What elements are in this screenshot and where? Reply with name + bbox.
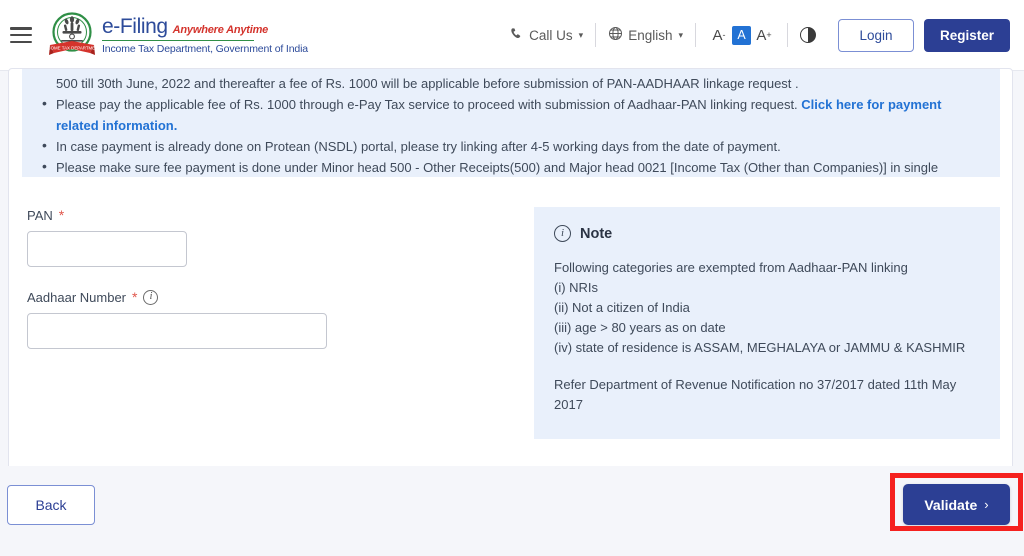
brand-title: e-Filing [102, 14, 168, 38]
aadhaar-link-form: PAN * Aadhaar Number * i [27, 207, 517, 349]
note-line: (iii) age > 80 years as on date [554, 320, 726, 335]
header-controls: Call Us ▾ English ▾ A- A A + Login Regis… [498, 18, 1024, 52]
aadhaar-field-label: Aadhaar Number * i [27, 289, 517, 305]
form-footer: Back Validate › [0, 466, 1024, 556]
aadhaar-number-input[interactable] [27, 313, 327, 349]
font-normal-button[interactable]: A [732, 25, 751, 45]
pan-input[interactable] [27, 231, 187, 267]
notice-continuation-line: 500 till 30th June, 2022 and thereafter … [56, 76, 799, 91]
note-title: Note [580, 225, 613, 242]
pan-label-text: PAN [27, 207, 53, 223]
brand-logo[interactable]: INCOME TAX DEPARTMENT e-Filing Anywhere … [43, 11, 308, 59]
note-panel: i Note Following categories are exempted… [534, 207, 1000, 439]
hamburger-bar [10, 27, 32, 30]
hamburger-menu-icon[interactable] [10, 27, 32, 43]
site-header: INCOME TAX DEPARTMENT e-Filing Anywhere … [0, 0, 1024, 71]
contrast-toggle-icon [800, 27, 816, 43]
info-circle-icon: i [554, 225, 571, 242]
link-aadhaar-card: 500 till 30th June, 2022 and thereafter … [8, 68, 1013, 523]
chevron-right-icon: › [984, 497, 989, 512]
call-us-menu[interactable]: Call Us ▾ [498, 27, 595, 44]
pan-field-label: PAN * [27, 207, 517, 223]
note-line: Following categories are exempted from A… [554, 260, 908, 275]
validate-button[interactable]: Validate › [903, 484, 1010, 525]
brand-tagline: Anywhere Anytime [172, 23, 269, 36]
notice-bullet-item: Please pay the applicable fee of Rs. 100… [36, 93, 986, 136]
brand-subtitle: Income Tax Department, Government of Ind… [102, 43, 308, 56]
notice-bullet-list: Please pay the applicable fee of Rs. 100… [36, 93, 986, 177]
required-asterisk: * [132, 289, 138, 305]
note-header: i Note [554, 225, 980, 242]
notice-bullet-item: In case payment is already done on Prote… [36, 135, 986, 157]
form-spacer [27, 267, 517, 289]
hamburger-bar [10, 33, 32, 37]
font-decrease-button[interactable]: A- [706, 23, 732, 47]
chevron-down-icon: ▾ [678, 29, 683, 40]
note-line: (i) NRIs [554, 280, 599, 295]
brand-divider-rule [102, 39, 254, 42]
call-us-label: Call Us [529, 27, 573, 43]
hamburger-bar [10, 40, 32, 43]
phone-icon [510, 27, 524, 44]
india-national-emblem-icon: INCOME TAX DEPARTMENT [43, 11, 101, 59]
validate-label: Validate [924, 496, 978, 513]
globe-icon [608, 26, 623, 44]
font-increase-button[interactable]: A + [751, 23, 777, 47]
notice-text: In case payment is already done on Prote… [56, 139, 781, 154]
notice-bullet-item: Please make sure fee payment is done und… [36, 156, 986, 177]
language-label: English [628, 27, 673, 43]
brand-text: e-Filing Anywhere Anytime Income Tax Dep… [102, 14, 308, 56]
chevron-down-icon: ▾ [578, 29, 584, 40]
svg-text:INCOME TAX DEPARTMENT: INCOME TAX DEPARTMENT [46, 46, 98, 51]
note-line: (iv) state of residence is ASSAM, MEGHAL… [554, 340, 966, 355]
notice-banner: 500 till 30th June, 2022 and thereafter … [22, 69, 1000, 177]
contrast-toggle-button[interactable] [788, 27, 828, 43]
note-spacer [554, 358, 980, 375]
info-circle-icon[interactable]: i [143, 289, 159, 305]
font-size-controls: A- A A + [696, 23, 787, 47]
note-line: (ii) Not a citizen of India [554, 300, 690, 315]
login-button[interactable]: Login [838, 18, 914, 52]
language-menu[interactable]: English ▾ [596, 26, 695, 44]
register-button[interactable]: Register [924, 18, 1010, 52]
notice-text: Please make sure fee payment is done und… [56, 160, 939, 175]
notice-text: Please pay the applicable fee of Rs. 100… [56, 97, 802, 112]
required-asterisk: * [58, 207, 65, 223]
note-reference: Refer Department of Revenue Notification… [554, 377, 957, 412]
back-button[interactable]: Back [7, 485, 95, 525]
aadhaar-label-text: Aadhaar Number [27, 289, 126, 305]
